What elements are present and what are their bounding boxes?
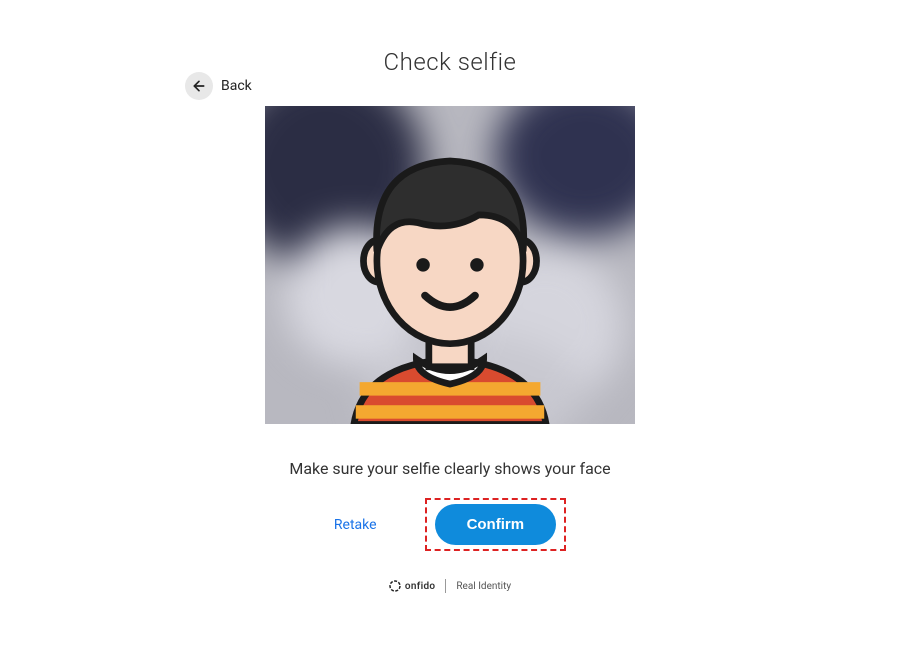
confirm-button[interactable]: Confirm [435,504,557,545]
onfido-logo: onfido [389,580,436,592]
instruction-text: Make sure your selfie clearly shows your… [0,459,900,478]
retake-button[interactable]: Retake [334,517,377,533]
action-row: Retake Confirm [0,498,900,551]
back-arrow-icon [185,72,213,100]
footer-brand-text: onfido [405,581,436,592]
footer-tagline: Real Identity [456,581,511,592]
back-button[interactable]: Back [185,72,252,100]
footer: onfido Real Identity [0,579,900,593]
footer-divider [445,579,446,593]
page-title: Check selfie [0,48,900,76]
avatar-icon [325,136,575,424]
selfie-preview [265,106,635,424]
back-label: Back [221,78,252,94]
